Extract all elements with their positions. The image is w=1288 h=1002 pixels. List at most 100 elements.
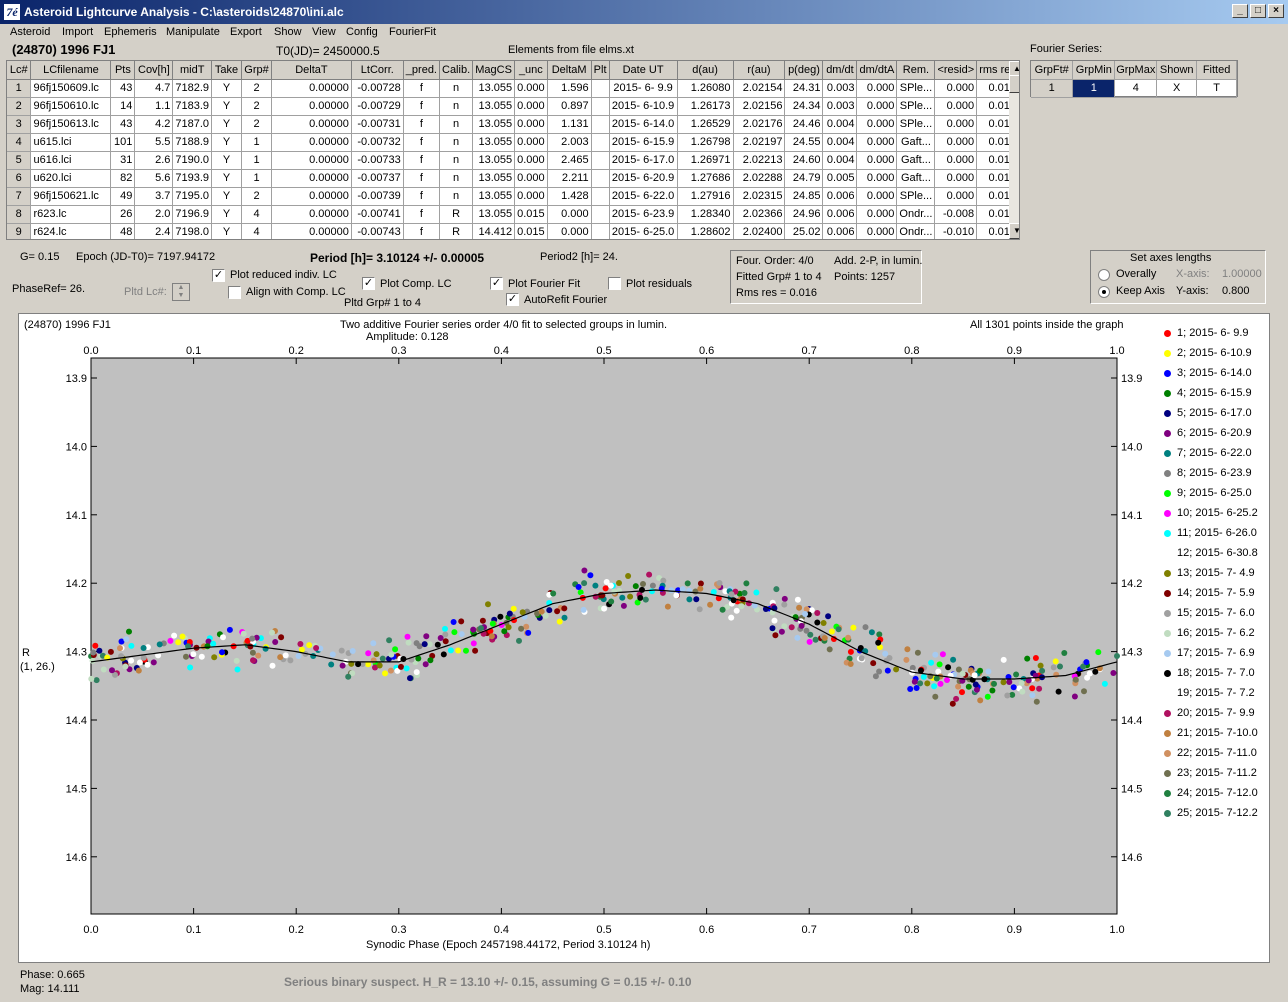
x-tick-label-top: 0.7 <box>802 345 817 357</box>
data-point <box>313 645 320 651</box>
data-point <box>907 686 914 692</box>
data-point <box>422 661 429 668</box>
data-point <box>287 657 294 664</box>
data-point <box>550 590 557 597</box>
y-tick-label-left: 13.9 <box>66 373 87 385</box>
data-point <box>858 655 865 662</box>
legend-label: 11; 2015- 6-26.0 <box>1177 527 1257 539</box>
data-point <box>255 652 262 659</box>
data-point <box>561 614 568 621</box>
legend-dot-icon <box>1164 629 1171 637</box>
data-point <box>211 654 218 661</box>
data-point <box>872 673 879 680</box>
legend-label: 17; 2015- 7- 6.9 <box>1177 647 1255 659</box>
x-tick-label-bottom: 0.6 <box>699 924 714 936</box>
data-point <box>1101 680 1108 687</box>
data-point <box>847 661 854 667</box>
data-point <box>637 594 644 601</box>
legend-item: 17; 2015- 7- 6.9 <box>1164 647 1255 659</box>
data-point <box>991 680 997 687</box>
x-tick-label-top: 0.4 <box>494 345 509 357</box>
data-point <box>616 580 622 586</box>
data-point <box>806 638 813 645</box>
legend-dot-icon <box>1164 729 1171 737</box>
data-point <box>788 624 795 631</box>
legend-label: 4; 2015- 6-15.9 <box>1177 387 1252 399</box>
legend-item: 4; 2015- 6-15.9 <box>1164 387 1252 399</box>
legend-item: 2; 2015- 6-10.9 <box>1164 347 1252 359</box>
data-point <box>1019 688 1026 695</box>
x-tick-label-top: 1.0 <box>1109 345 1124 357</box>
y-tick-label-left: 14.1 <box>66 510 87 522</box>
data-point <box>959 670 966 677</box>
data-point <box>649 582 656 589</box>
x-tick-label-top: 0.5 <box>596 345 611 357</box>
legend-dot-icon <box>1164 769 1171 777</box>
data-point <box>608 598 615 605</box>
legend-item: 24; 2015- 7-12.0 <box>1164 787 1258 799</box>
data-point <box>447 647 454 654</box>
legend-dot-icon <box>1164 409 1171 417</box>
legend-item: 3; 2015- 6-14.0 <box>1164 367 1252 379</box>
data-point <box>697 580 704 587</box>
data-point <box>247 643 254 650</box>
data-point <box>696 606 703 613</box>
data-point <box>140 645 147 651</box>
data-point <box>175 639 182 646</box>
data-point <box>398 663 404 670</box>
data-point <box>523 623 530 630</box>
data-point <box>96 647 103 654</box>
data-point <box>870 660 877 667</box>
data-point <box>542 612 549 619</box>
data-point <box>1092 668 1099 675</box>
data-point <box>882 650 889 657</box>
legend-item: 19; 2015- 7- 7.2 <box>1164 687 1255 699</box>
legend-item: 15; 2015- 7- 6.0 <box>1164 607 1255 619</box>
data-point <box>198 653 205 660</box>
legend-dot-icon <box>1164 809 1171 817</box>
legend-item: 16; 2015- 7- 6.2 <box>1164 627 1255 639</box>
data-point <box>282 652 289 659</box>
data-point <box>937 680 944 687</box>
data-point <box>546 607 553 614</box>
x-tick-label-bottom: 0.9 <box>1007 924 1022 936</box>
legend-label: 16; 2015- 7- 6.2 <box>1177 627 1255 639</box>
data-point <box>884 667 891 674</box>
legend-item: 18; 2015- 7- 7.0 <box>1164 667 1255 679</box>
data-point <box>250 657 256 664</box>
data-point <box>977 667 984 674</box>
data-point <box>581 580 588 587</box>
data-point <box>1110 670 1117 676</box>
y-tick-label-right: 14.3 <box>1121 647 1142 659</box>
data-point <box>850 624 857 631</box>
data-point <box>278 634 285 641</box>
data-point <box>387 667 394 674</box>
data-point <box>144 661 151 668</box>
data-point <box>187 664 194 671</box>
data-point <box>924 680 931 687</box>
legend-item: 6; 2015- 6-20.9 <box>1164 427 1252 439</box>
y-tick-label-right: 14.0 <box>1121 441 1142 453</box>
y-tick-label-right: 14.5 <box>1121 783 1142 795</box>
data-point <box>109 667 115 674</box>
data-point <box>1050 664 1057 671</box>
data-point <box>479 617 486 624</box>
data-point <box>458 618 465 625</box>
data-point <box>107 648 114 655</box>
data-point <box>697 585 704 592</box>
legend-label: 15; 2015- 7- 6.0 <box>1177 607 1255 619</box>
data-point <box>781 623 788 630</box>
data-point <box>1081 688 1087 695</box>
data-point <box>707 601 714 608</box>
data-point <box>825 613 832 620</box>
data-point <box>728 614 735 621</box>
x-tick-label-bottom: 0.8 <box>904 924 919 936</box>
data-point <box>93 677 100 684</box>
data-point <box>122 663 129 670</box>
data-point <box>933 675 940 682</box>
data-point <box>451 629 458 636</box>
x-tick-label-top: 0.8 <box>904 345 919 357</box>
legend-label: 12; 2015- 6-30.8 <box>1177 547 1258 559</box>
data-point <box>973 686 980 693</box>
data-point <box>581 567 588 574</box>
